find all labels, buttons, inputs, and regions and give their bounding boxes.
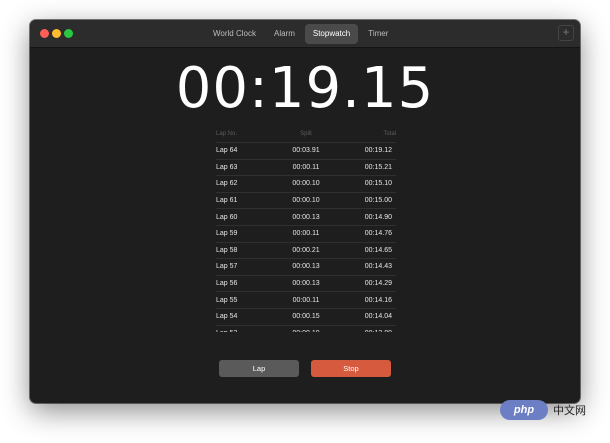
lap-total: 00:15.00 <box>364 197 392 205</box>
tab-stopwatch[interactable]: Stopwatch <box>304 24 359 44</box>
lap-row: Lap 61 00:00.10 00:15.00 <box>216 191 396 209</box>
lap-total: 00:15.10 <box>364 180 392 188</box>
lap-split: 00:00.19 <box>276 330 336 332</box>
zoom-window-button[interactable] <box>64 29 73 38</box>
lap-split: 00:00.11 <box>292 230 320 238</box>
header-split: Split <box>300 131 312 137</box>
add-button[interactable]: + <box>558 25 574 41</box>
lap-split: 00:00.10 <box>292 197 320 205</box>
lap-row: Lap 5300:00.1900:13.89 <box>216 324 396 332</box>
lap-number: Lap 60 <box>216 213 238 221</box>
lap-total: 00:19.12 <box>364 147 392 155</box>
tab-timer[interactable]: Timer <box>360 24 396 44</box>
tab-world-clock[interactable]: World Clock <box>205 24 264 44</box>
lap-row: Lap 55 00:00.11 00:14.16 <box>216 291 396 308</box>
lap-total: 00:14.04 <box>364 313 392 321</box>
lap-number: Lap 63 <box>216 163 238 171</box>
lap-number: Lap 55 <box>216 296 238 304</box>
header-total: Total <box>383 131 396 137</box>
php-logo: php <box>500 400 548 420</box>
laps-table[interactable]: Lap No. Split Total Lap 64 00:03.91 00:19.… <box>216 126 396 332</box>
watermark-text: 中文网 <box>553 405 586 417</box>
lap-number: Lap 59 <box>216 230 238 238</box>
tab-alarm[interactable]: Alarm <box>266 24 303 44</box>
lap-number: Lap 62 <box>216 180 238 188</box>
lap-split: 00:00.13 <box>292 213 320 221</box>
lap-total: 00:14.29 <box>364 280 392 288</box>
lap-number: Lap 64 <box>216 147 238 155</box>
lap-number: Lap 58 <box>216 246 238 254</box>
lap-split: 00:03.91 <box>292 147 320 155</box>
stop-button[interactable]: Stop <box>311 360 391 377</box>
lap-row: Lap 62 00:00.10 00:15.10 <box>216 175 396 192</box>
lap-number: Lap 53 <box>216 330 276 332</box>
lap-total: 00:14.65 <box>364 246 392 254</box>
lap-total: 00:14.43 <box>364 263 392 271</box>
lap-row: Lap 57 00:00.13 00:14.43 <box>216 258 396 275</box>
lap-split: 00:00.11 <box>292 296 320 304</box>
lap-row: Lap 59 00:00.11 00:14.76 <box>216 224 396 242</box>
lap-row: Lap 56 00:00.13 00:14.29 <box>216 274 396 292</box>
lap-row: Lap 64 00:03.91 00:19.12 <box>216 142 396 159</box>
lap-split: 00:00.11 <box>292 163 320 171</box>
watermark: php 中文网 <box>500 400 586 420</box>
minimize-window-button[interactable] <box>52 29 61 38</box>
stopwatch-display: 00:19.15 <box>175 56 435 121</box>
lap-split: 00:00.13 <box>292 280 320 288</box>
tab-bar: World Clock Alarm Stopwatch Timer <box>205 24 398 44</box>
lap-total: 00:13.89 <box>336 330 396 332</box>
lap-split: 00:00.21 <box>292 246 320 254</box>
lap-number: Lap 56 <box>216 280 238 288</box>
header-lap: Lap No. <box>216 131 238 137</box>
lap-rows: Lap 64 00:03.91 00:19.12 Lap 63 00:00.11 00:1… <box>216 142 396 332</box>
lap-split: 00:00.13 <box>292 263 320 271</box>
lap-split: 00:00.10 <box>292 180 320 188</box>
lap-number: Lap 57 <box>216 263 238 271</box>
lap-row: Lap 63 00:00.11 00:15.21 <box>216 158 396 176</box>
lap-row: Lap 58 00:00.21 00:14.65 <box>216 241 396 259</box>
lap-total: 00:15.21 <box>364 163 392 171</box>
lap-number: Lap 54 <box>216 313 238 321</box>
plus-icon: + <box>562 25 570 39</box>
lap-row: Lap 60 00:00.13 00:14.90 <box>216 208 396 225</box>
lap-split: 00:00.15 <box>292 313 320 321</box>
lap-number: Lap 61 <box>216 197 238 205</box>
lap-total: 00:14.16 <box>364 296 392 304</box>
lap-button[interactable]: Lap <box>219 360 299 377</box>
lap-row: Lap 54 00:00.15 00:14.04 <box>216 307 396 325</box>
lap-total: 00:14.90 <box>364 213 392 221</box>
close-window-button[interactable] <box>40 29 49 38</box>
lap-total: 00:14.76 <box>364 230 392 238</box>
clock-window: World Clock Alarm Stopwatch Timer + 00:1… <box>30 20 580 403</box>
laps-header: Lap No. Split Total <box>216 126 396 142</box>
title-bar: World Clock Alarm Stopwatch Timer + <box>30 20 580 48</box>
